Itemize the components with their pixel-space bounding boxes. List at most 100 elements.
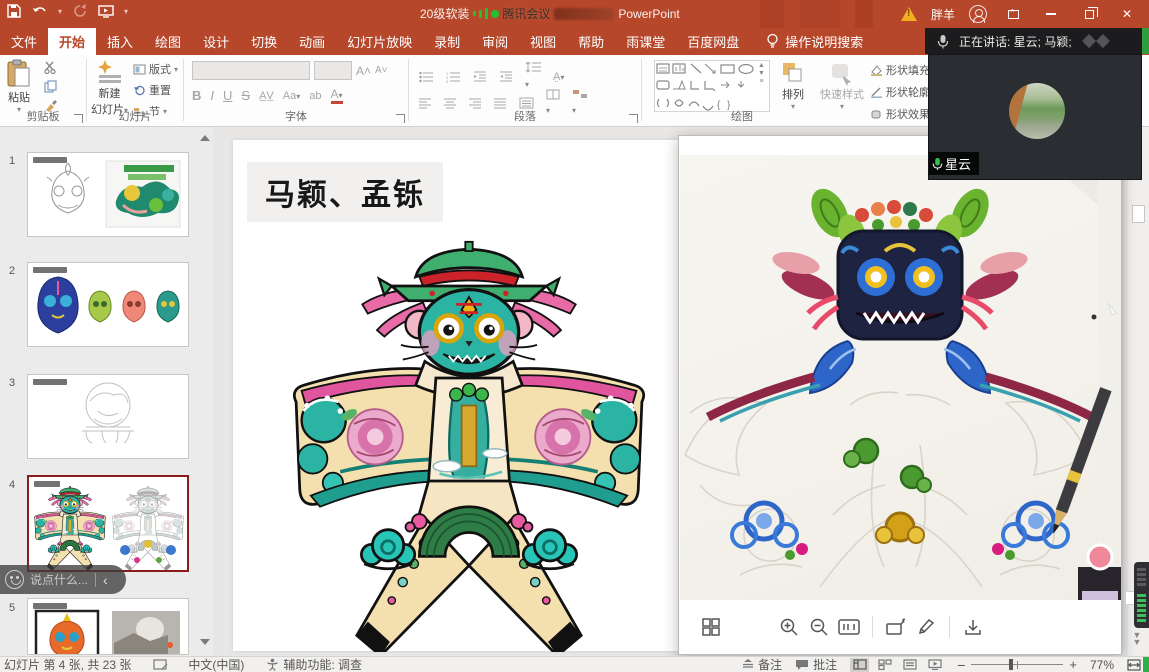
normal-view-button[interactable]: [850, 658, 869, 672]
cut-icon[interactable]: [44, 61, 59, 74]
qat-customize-dropdown[interactable]: ▾: [124, 7, 128, 16]
warning-icon[interactable]: [901, 7, 917, 21]
font-color-icon[interactable]: A▾: [331, 87, 343, 104]
tab-view[interactable]: 视图: [519, 28, 567, 55]
tab-record[interactable]: 录制: [423, 28, 471, 55]
char-spacing-icon[interactable]: A̲V̲: [259, 90, 274, 102]
meeting-floating-pill[interactable]: 腾讯会议: [473, 5, 550, 22]
scrollbar-thumb[interactable]: [1132, 205, 1145, 223]
align-right-icon[interactable]: [469, 98, 482, 109]
next-slide-button[interactable]: ▼▼: [1129, 632, 1145, 650]
decrease-indent-icon[interactable]: [473, 71, 487, 83]
kite-artwork[interactable]: [285, 240, 653, 652]
justify-icon[interactable]: [494, 98, 507, 109]
copy-icon[interactable]: [44, 80, 59, 93]
chat-input[interactable]: 说点什么...: [30, 571, 88, 588]
tab-insert[interactable]: 插入: [96, 28, 144, 55]
slide-counter[interactable]: 幻灯片 第 4 张, 共 23 张: [4, 656, 131, 672]
layout-button[interactable]: 版式▾: [133, 61, 178, 77]
tab-help[interactable]: 帮助: [567, 28, 615, 55]
slideshow-from-start-icon[interactable]: [98, 3, 114, 19]
font-dialog-launcher[interactable]: [396, 114, 405, 123]
language-indicator[interactable]: 中文(中国): [188, 656, 244, 672]
underline-button[interactable]: U: [223, 88, 232, 103]
image-viewer-window[interactable]: [678, 135, 1122, 655]
tab-file[interactable]: 文件: [0, 28, 48, 55]
italic-button[interactable]: I: [210, 88, 214, 103]
meeting-chat-bar[interactable]: 说点什么... ‹: [0, 565, 126, 594]
arrange-button[interactable]: 排列▾: [780, 60, 806, 111]
font-name-input[interactable]: [192, 61, 310, 80]
slide-thumbnail-3[interactable]: [27, 374, 189, 459]
shape-outline-button[interactable]: 形状轮廓: [870, 84, 930, 100]
notes-toggle[interactable]: 备注: [742, 656, 782, 672]
shape-gallery[interactable]: { } ▲▼≡: [654, 60, 770, 112]
tab-review[interactable]: 审阅: [471, 28, 519, 55]
zoom-in-icon[interactable]: [774, 612, 804, 642]
slide-thumbnail-1[interactable]: [27, 152, 189, 237]
slide-thumbnail-5[interactable]: [27, 598, 189, 655]
text-direction-icon[interactable]: A̤▾: [553, 71, 564, 83]
zoom-percentage[interactable]: 77%: [1090, 658, 1114, 672]
meeting-video-tile[interactable]: 星云: [928, 54, 1142, 180]
tell-me-search[interactable]: 操作说明搜索: [766, 28, 863, 55]
viewer-photo[interactable]: [680, 155, 1121, 601]
meeting-speaking-bar[interactable]: 正在讲话: 星云; 马颖;: [925, 28, 1142, 54]
thumbnail-scrollbar[interactable]: [199, 135, 211, 650]
account-name[interactable]: 胖羊: [931, 6, 955, 23]
align-left-icon[interactable]: [419, 98, 432, 109]
zoom-slider-track[interactable]: [971, 664, 1063, 666]
undo-dropdown[interactable]: ▾: [58, 7, 62, 16]
download-icon[interactable]: [958, 612, 988, 642]
slide-sorter-view-button[interactable]: [875, 658, 894, 672]
shrink-font-icon[interactable]: A˅: [375, 65, 388, 76]
scroll-up-icon[interactable]: [200, 135, 210, 141]
minimize-button[interactable]: [1039, 5, 1063, 23]
zoom-out-icon[interactable]: [804, 612, 834, 642]
undo-icon[interactable]: [32, 3, 48, 19]
change-case-icon[interactable]: Aa▾: [283, 90, 300, 102]
ribbon-display-options-button[interactable]: [1001, 5, 1025, 23]
clipboard-dialog-launcher[interactable]: [74, 114, 83, 123]
paragraph-dialog-launcher[interactable]: [629, 114, 638, 123]
scroll-down-icon[interactable]: [200, 639, 210, 645]
emoji-icon[interactable]: [5, 570, 24, 589]
shape-fill-button[interactable]: 形状填充: [870, 62, 930, 78]
reset-button[interactable]: 重置: [133, 82, 178, 98]
redo-icon[interactable]: [72, 3, 88, 19]
slideshow-view-button[interactable]: [925, 658, 944, 672]
tab-animations[interactable]: 动画: [288, 28, 336, 55]
tab-draw[interactable]: 绘图: [144, 28, 192, 55]
collapse-chat-icon[interactable]: ‹: [103, 572, 108, 588]
bold-button[interactable]: B: [192, 88, 201, 103]
comments-toggle[interactable]: 批注: [795, 656, 837, 672]
grow-font-icon[interactable]: A˄: [356, 64, 371, 78]
shape-effects-button[interactable]: 形状效果: [870, 106, 930, 122]
accessibility-status[interactable]: 辅助功能: 调查: [283, 656, 362, 672]
quick-styles-button[interactable]: 快速样式▾: [820, 60, 864, 111]
close-button[interactable]: ✕: [1115, 5, 1139, 23]
actual-size-icon[interactable]: [834, 612, 864, 642]
tab-slideshow[interactable]: 幻灯片放映: [336, 28, 423, 55]
numbering-icon[interactable]: 123: [446, 71, 461, 83]
fit-to-window-button[interactable]: [1127, 659, 1141, 671]
increase-indent-icon[interactable]: [499, 71, 513, 83]
tab-rain-classroom[interactable]: 雨课堂: [615, 28, 676, 55]
zoom-out-button[interactable]: −: [957, 657, 965, 672]
highlight-color-icon[interactable]: ab: [309, 90, 321, 102]
thumbnail-grid-icon[interactable]: [696, 612, 726, 642]
restore-button[interactable]: [1077, 5, 1101, 23]
zoom-in-button[interactable]: +: [1069, 657, 1077, 672]
account-avatar-icon[interactable]: [969, 5, 987, 23]
edit-pencil-icon[interactable]: [911, 612, 941, 642]
strikethrough-button[interactable]: S: [241, 88, 250, 103]
slide-thumbnail-2[interactable]: [27, 262, 189, 347]
slide-thumbnail-4-selected[interactable]: [27, 475, 189, 572]
zoom-slider-thumb[interactable]: [1009, 659, 1013, 670]
shape-gallery-scroll[interactable]: ▲▼≡: [755, 62, 768, 86]
font-size-input[interactable]: [314, 61, 352, 80]
rotate-icon[interactable]: [881, 612, 911, 642]
tab-transitions[interactable]: 切换: [240, 28, 288, 55]
tab-home[interactable]: 开始: [48, 28, 96, 55]
paste-button[interactable]: 粘贴▾: [6, 59, 32, 114]
